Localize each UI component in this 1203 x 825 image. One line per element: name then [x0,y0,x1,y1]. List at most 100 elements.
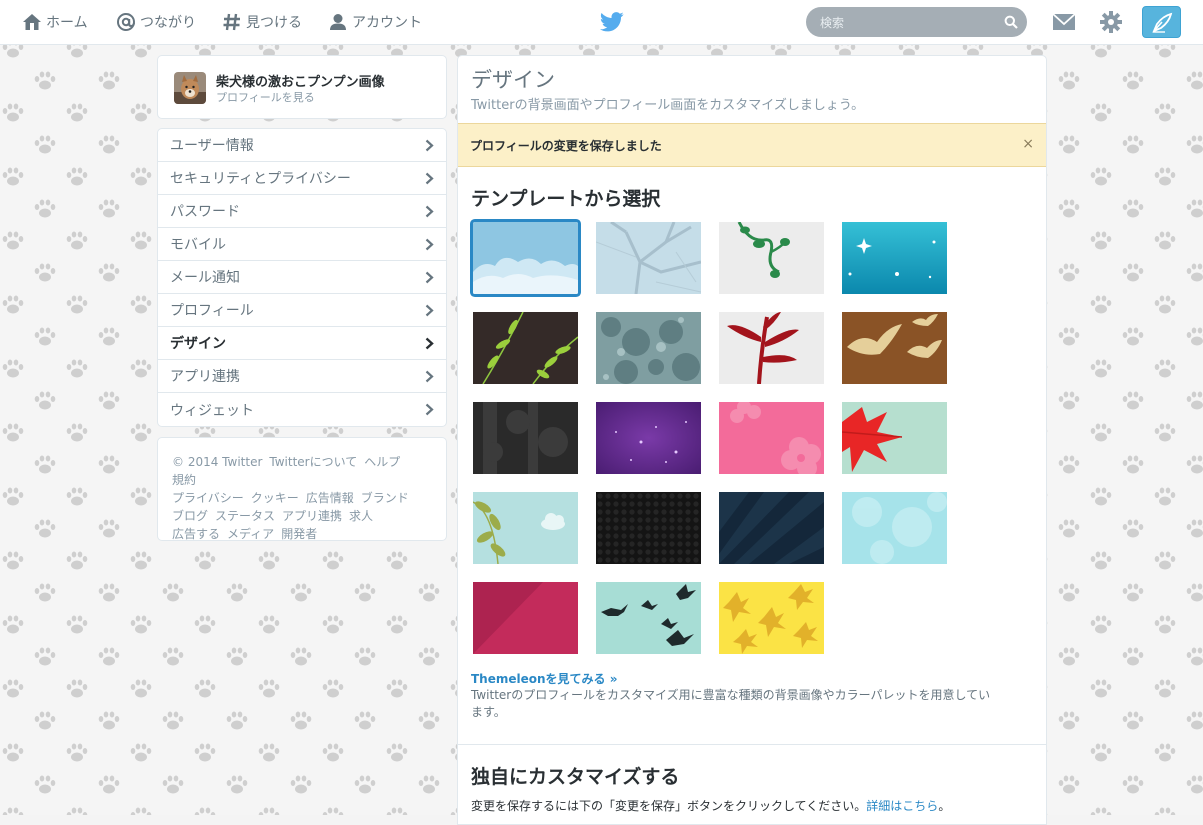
theme-option-sparkles[interactable] [842,222,947,294]
custom-section-description: 変更を保存するには下の「変更を保存」ボタンをクリックしてください。詳細はこちら。 [471,797,950,814]
search-icon[interactable] [1004,15,1018,29]
settings-item-widgets[interactable]: ウィジェット [158,393,446,426]
themeleon-description: Twitterのプロフィールをカスタマイズ用に豊富な種類の背景画像やカラーパレッ… [471,688,991,719]
chevron-right-icon [425,370,434,383]
theme-option-purple-stars[interactable] [596,402,701,474]
theme-option-navy-rays[interactable] [719,492,824,564]
footer-copyright: © 2014 Twitter [172,455,263,469]
theme-option-foliage[interactable] [596,312,701,384]
footer-link-brand[interactable]: ブランド [361,491,409,505]
direct-message-icon[interactable] [1052,12,1076,32]
page-subtitle: Twitterの背景画面やプロフィール画面をカスタマイズしましょう。 [471,98,865,113]
footer-link-media[interactable]: メディア [227,527,274,541]
avatar[interactable] [174,72,206,104]
settings-item-label: セキュリティとプライバシー [170,171,351,187]
footer-link-advertise[interactable]: 広告する [172,527,220,541]
profile-card[interactable]: 柴犬様の激おこプンプン画像 プロフィールを見る [157,55,447,119]
twitter-bird-logo[interactable] [600,11,624,33]
search-input[interactable] [818,12,1002,34]
nav-discover[interactable]: 見つける [222,0,302,44]
compose-tweet-button[interactable] [1142,6,1181,38]
nav-account-label: アカウント [352,15,422,31]
settings-item-label: プロフィール [170,303,254,319]
chevron-right-icon [425,172,434,185]
footer-link-ads-info[interactable]: 広告情報 [306,491,354,505]
theme-option-vines[interactable] [719,222,824,294]
theme-option-dark-honeycomb[interactable] [596,492,701,564]
person-icon [330,14,346,30]
at-icon [117,13,135,31]
chevron-right-icon [425,205,434,218]
custom-desc-suffix: 。 [938,799,951,813]
custom-desc-text: 変更を保存するには下の「変更を保存」ボタンをクリックしてください。 [471,799,867,813]
settings-item-mobile[interactable]: モバイル [158,228,446,261]
settings-item-password[interactable]: パスワード [158,195,446,228]
theme-grid [473,222,953,658]
footer-links: © 2014 Twitter Twitterについて ヘルプ規約 プライバシー クッキ… [157,437,447,541]
settings-item-label: ユーザー情報 [170,138,254,154]
design-settings-panel: デザイン Twitterの背景画面やプロフィール画面をカスタマイズしましょう。 … [457,55,1047,825]
alert-message: プロフィールの変更を保存しました [470,139,662,153]
nav-home-label: ホーム [46,15,88,31]
nav-connect[interactable]: つながり [116,0,196,44]
footer-link-status[interactable]: ステータス [215,509,275,523]
settings-item-profile[interactable]: プロフィール [158,294,446,327]
theme-option-birds-brown[interactable] [842,312,947,384]
theme-option-dark-trees[interactable] [473,402,578,474]
settings-item-label: デザイン [170,336,226,352]
settings-item-security-privacy[interactable]: セキュリティとプライバシー [158,162,446,195]
view-profile-link[interactable]: プロフィールを見る [216,89,315,105]
chevron-right-icon [425,238,434,251]
footer-link-terms[interactable]: 規約 [172,473,196,487]
nav-home[interactable]: ホーム [22,0,88,44]
page-title: デザイン [471,68,555,92]
section-divider [458,744,1046,745]
theme-option-red-branch[interactable] [719,312,824,384]
theme-option-pink-flowers[interactable] [719,402,824,474]
theme-option-red-maple[interactable] [842,402,947,474]
theme-option-tree[interactable] [596,222,701,294]
chevron-right-icon [425,304,434,317]
theme-option-clouds[interactable] [473,222,578,294]
themeleon-link[interactable]: Themeleonを見てみる » [471,670,617,687]
chevron-right-icon [425,271,434,284]
footer-link-blog[interactable]: ブログ [172,509,208,523]
search-box[interactable] [806,7,1027,37]
saved-alert: プロフィールの変更を保存しました × [458,123,1046,167]
footer-link-privacy[interactable]: プライバシー [172,491,244,505]
chevron-right-icon [425,139,434,152]
profile-name[interactable]: 柴犬様の激おこプンプン画像 [216,71,385,90]
learn-more-link[interactable]: 詳細はこちら [866,799,938,813]
settings-item-email-notifications[interactable]: メール通知 [158,261,446,294]
nav-account[interactable]: アカウント [328,0,422,44]
footer-link-jobs[interactable]: 求人 [349,509,373,523]
settings-item-design[interactable]: デザイン [158,327,446,360]
settings-item-apps[interactable]: アプリ連携 [158,360,446,393]
settings-item-label: メール通知 [170,270,240,286]
settings-item-user-info[interactable]: ユーザー情報 [158,129,446,162]
theme-option-leaves-dark[interactable] [473,312,578,384]
footer-link-developers[interactable]: 開発者 [281,527,317,541]
theme-option-leaves-cloud[interactable] [473,492,578,564]
footer-link-cookies[interactable]: クッキー [251,491,299,505]
compose-quill-icon [1152,12,1173,33]
theme-option-raspberry[interactable] [473,582,578,654]
custom-section-title: 独自にカスタマイズする [471,766,680,788]
theme-option-birds-flying[interactable] [596,582,701,654]
template-section-title: テンプレートから選択 [471,188,661,210]
settings-item-label: パスワード [170,204,240,220]
settings-item-label: モバイル [170,237,226,253]
footer-link-apps[interactable]: アプリ連携 [282,509,342,523]
close-icon[interactable]: × [1022,136,1034,152]
nav-connect-label: つながり [140,15,196,31]
settings-menu: ユーザー情報 セキュリティとプライバシー パスワード モバイル メール通知 プロ… [157,128,447,427]
footer-link-about[interactable]: Twitterについて [269,455,357,469]
settings-item-label: アプリ連携 [170,369,240,385]
footer-link-help[interactable]: ヘルプ [364,455,400,469]
home-icon [23,14,41,30]
settings-item-label: ウィジェット [170,402,254,419]
gear-icon[interactable] [1099,10,1123,34]
theme-option-light-bokeh[interactable] [842,492,947,564]
chevron-right-icon [425,403,434,416]
theme-option-yellow-leaves[interactable] [719,582,824,654]
